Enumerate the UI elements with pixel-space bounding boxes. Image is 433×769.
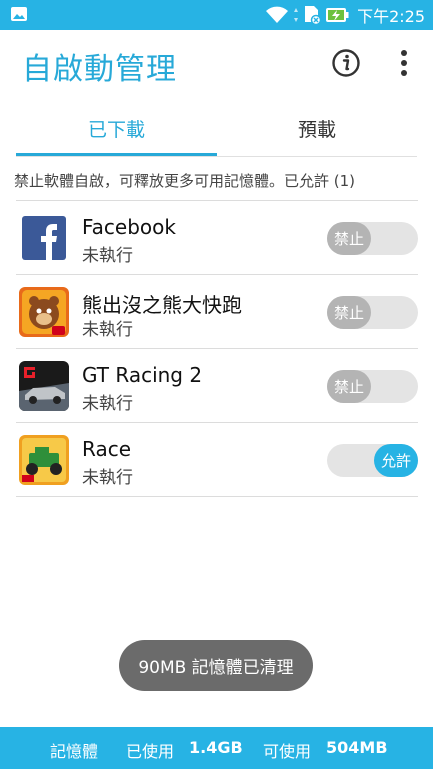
app-status: 未執行: [82, 468, 133, 488]
divider: [16, 156, 417, 157]
app-status: 未執行: [82, 246, 133, 266]
info-icon[interactable]: [331, 48, 361, 78]
app-name: GT Racing 2: [82, 363, 203, 387]
autostart-toggle[interactable]: 允許: [327, 444, 418, 477]
used-value: 1.4GB: [189, 738, 243, 757]
wifi-icon: [266, 6, 289, 23]
app-list: Facebook 未執行 禁止 熊出沒之熊大快跑 未執行 禁止 GT Racin…: [16, 201, 418, 497]
app-bar: 自啟動管理: [0, 30, 433, 98]
available-value: 504MB: [326, 738, 388, 757]
list-item-bear-run[interactable]: 熊出沒之熊大快跑 未執行 禁止: [16, 275, 418, 349]
tab-downloaded[interactable]: 已下載: [16, 100, 217, 156]
bear-run-app-icon: [19, 287, 69, 337]
more-vert-icon[interactable]: [397, 48, 411, 78]
list-item-facebook[interactable]: Facebook 未執行 禁止: [16, 201, 418, 275]
app-status: 未執行: [82, 394, 133, 414]
gt-racing-app-icon: [19, 361, 69, 411]
toggle-knob: 禁止: [327, 222, 371, 255]
clock: 下午2:25: [357, 7, 425, 26]
data-arrows-icon: [294, 8, 299, 22]
app-name: Race: [82, 437, 132, 461]
memory-footer: 記憶體 已使用 1.4GB 可使用 504MB: [0, 727, 433, 769]
autostart-toggle[interactable]: 禁止: [327, 222, 418, 255]
toggle-knob: 禁止: [327, 370, 371, 403]
image-icon: [11, 7, 27, 21]
autostart-toggle[interactable]: 禁止: [327, 370, 418, 403]
autostart-toggle[interactable]: 禁止: [327, 296, 418, 329]
toggle-knob: 允許: [374, 444, 418, 477]
page-title: 自啟動管理: [22, 52, 177, 87]
used-label: 已使用: [126, 742, 175, 761]
tab-bar: 已下載 預載: [16, 100, 417, 157]
status-icons: 下午2:25: [265, 5, 425, 26]
available-label: 可使用: [263, 742, 312, 761]
toast-message: 90MB 記憶體已清理: [119, 640, 313, 691]
toggle-knob: 禁止: [327, 296, 371, 329]
app-name: 熊出沒之熊大快跑: [82, 293, 242, 317]
tab-preloaded[interactable]: 預載: [217, 100, 417, 156]
app-status: 未執行: [82, 320, 133, 340]
list-item-race[interactable]: Race 未執行 允許: [16, 423, 418, 497]
race-app-icon: [19, 435, 69, 485]
status-bar: 下午2:25: [0, 0, 433, 30]
battery-charging-icon: [326, 8, 349, 22]
app-name: Facebook: [82, 215, 176, 239]
facebook-app-icon: [19, 213, 69, 263]
hint-text: 禁止軟體自啟，可釋放更多可用記憶體。已允許 (1): [14, 172, 356, 190]
memory-label: 記憶體: [50, 742, 99, 761]
sd-card-icon: [305, 6, 322, 25]
list-item-gt-racing[interactable]: GT Racing 2 未執行 禁止: [16, 349, 418, 423]
